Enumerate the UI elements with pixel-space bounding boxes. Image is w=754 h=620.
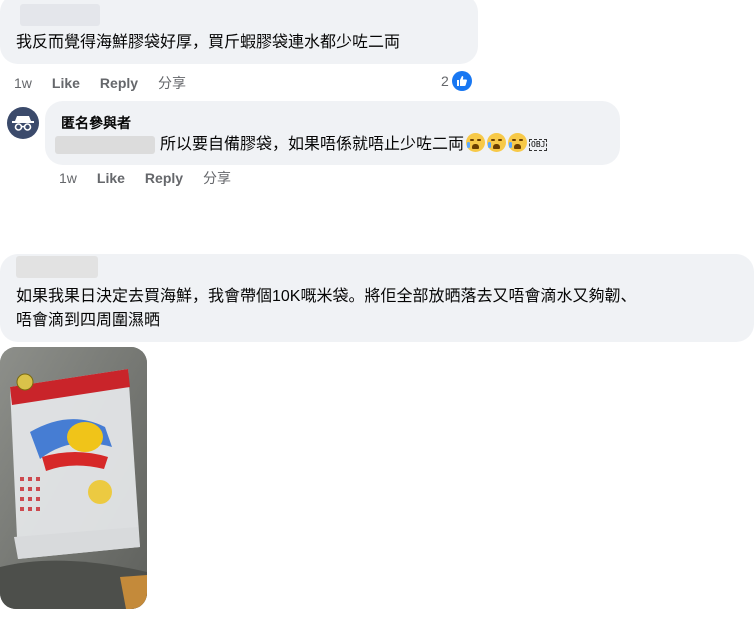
reply-button[interactable]: Reply [100, 75, 138, 91]
comment-bubble: 我反而覺得海鮮膠袋好厚，買斤蝦膠袋連水都少咗二両 [0, 0, 478, 64]
reply-button[interactable]: Reply [145, 170, 183, 186]
reaction-count: 2 [441, 73, 449, 89]
thumbs-up-icon [451, 71, 472, 91]
incognito-avatar-icon[interactable] [7, 107, 39, 139]
comment-text-line-1: 如果我果日決定去買海鮮，我會帶個10K嘅米袋。將佢全部放晒落去又唔會滴水又夠韌、 [16, 288, 637, 305]
comment-time[interactable]: 1w [14, 75, 32, 91]
reply-actions: 1w Like Reply 分享 [59, 168, 251, 188]
crying-emoji-icon [466, 133, 486, 152]
crying-emoji-icon [508, 133, 528, 152]
redacted-author [20, 4, 100, 26]
share-button[interactable]: 分享 [158, 73, 186, 93]
redacted-author [16, 256, 98, 278]
like-button[interactable]: Like [97, 170, 125, 186]
comment-actions: 1w Like Reply 分享 [14, 73, 206, 93]
comment-text-line-2: 唔會滴到四周圍濕晒 [16, 312, 161, 329]
like-button[interactable]: Like [52, 75, 80, 91]
reply-text: 所以要自備膠袋，如果唔係就唔止少咗二両 [160, 136, 465, 153]
reply-author[interactable]: 匿名參與者 [61, 113, 131, 133]
redacted-mention [55, 136, 155, 154]
object-replacement-glyph: OBJ [529, 139, 548, 151]
comment-bubble: 如果我果日決定去買海鮮，我會帶個10K嘅米袋。將佢全部放晒落去又唔會滴水又夠韌、… [0, 254, 754, 342]
reply-time[interactable]: 1w [59, 170, 77, 186]
reaction-summary[interactable]: 2 [441, 71, 472, 91]
comment-text: 我反而覺得海鮮膠袋好厚，買斤蝦膠袋連水都少咗二両 [16, 34, 401, 51]
reply-text-line: 所以要自備膠袋，如果唔係就唔止少咗二両 OBJ [160, 133, 548, 156]
share-button[interactable]: 分享 [203, 168, 231, 188]
reply-bubble: 匿名參與者 所以要自備膠袋，如果唔係就唔止少咗二両 OBJ [45, 101, 620, 165]
crying-emoji-icon [487, 133, 507, 152]
attached-photo[interactable] [0, 347, 147, 609]
